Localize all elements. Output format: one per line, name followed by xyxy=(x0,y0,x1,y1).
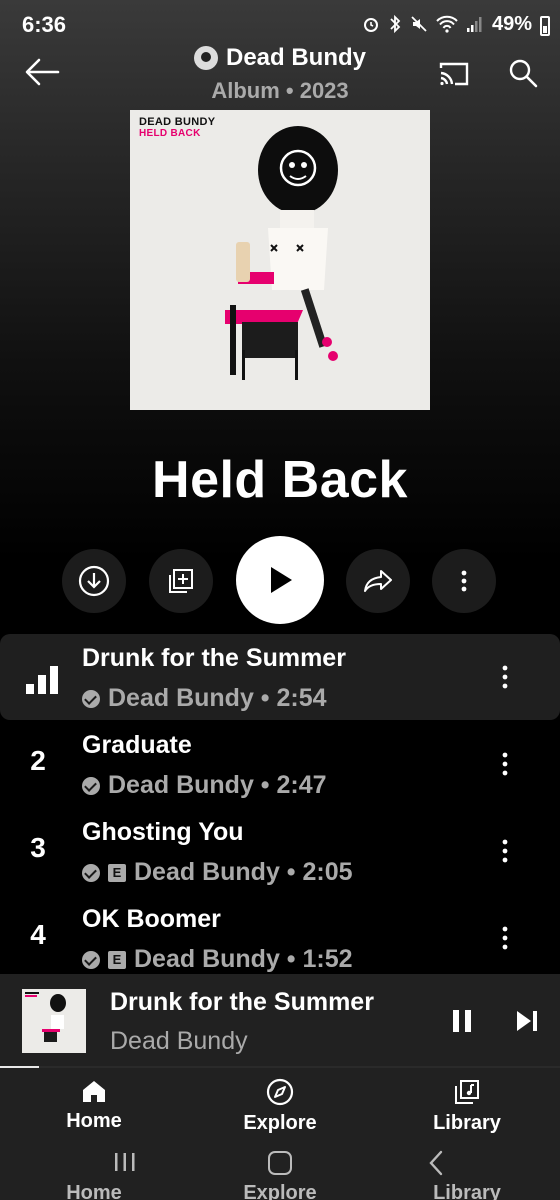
track-meta: Dead Bundy • 2:47 xyxy=(82,771,327,800)
play-button[interactable] xyxy=(236,536,324,624)
wifi-icon xyxy=(436,15,458,33)
track-meta-text: Dead Bundy • 1:52 xyxy=(134,945,353,973)
header-artist-name: Dead Bundy xyxy=(225,44,366,71)
nav-explore[interactable]: Explore xyxy=(200,1078,360,1135)
header-artist[interactable]: Dead Bundy xyxy=(0,44,560,72)
album-more-button[interactable] xyxy=(432,549,496,613)
signal-icon xyxy=(467,17,482,32)
track-number: 4 xyxy=(30,919,46,950)
explicit-icon: E xyxy=(108,863,126,882)
track-title: OK Boomer xyxy=(82,905,221,933)
mini-player-title: Drunk for the Summer xyxy=(110,988,374,1016)
system-home-icon[interactable] xyxy=(268,1151,292,1175)
ghost-library-label: Library xyxy=(433,1182,501,1200)
bluetooth-icon xyxy=(390,14,401,34)
nav-home[interactable]: Home xyxy=(14,1078,174,1133)
download-icon xyxy=(78,565,110,597)
track-meta-text: Dead Bundy • 2:47 xyxy=(108,771,327,799)
verified-check-icon xyxy=(82,950,100,969)
verified-check-icon xyxy=(82,863,100,882)
nav-explore-label: Explore xyxy=(243,1112,317,1134)
compass-icon xyxy=(266,1078,294,1106)
explicit-icon: E xyxy=(108,950,126,969)
pause-icon[interactable] xyxy=(450,1008,474,1034)
bottom-navigation: Home Explore Library xyxy=(0,1068,560,1142)
track-meta: E Dead Bundy • 1:52 xyxy=(82,945,353,974)
search-icon[interactable] xyxy=(508,58,538,88)
battery-icon xyxy=(540,16,550,36)
library-icon xyxy=(455,1080,479,1104)
status-time: 6:36 xyxy=(22,12,67,37)
more-vert-icon[interactable] xyxy=(490,836,520,866)
cover-art xyxy=(225,126,338,380)
track-title: Drunk for the Summer xyxy=(82,644,346,672)
add-to-library-icon xyxy=(169,569,193,593)
track-row[interactable]: Drunk for the Summer Dead Bundy • 2:54 xyxy=(0,634,560,720)
battery-percent: 49% xyxy=(491,13,532,35)
track-row[interactable]: 3 Ghosting You E Dead Bundy • 2:05 xyxy=(0,808,560,894)
track-title: Graduate xyxy=(82,731,192,759)
play-icon xyxy=(271,567,292,593)
mute-icon xyxy=(411,16,427,32)
nav-library-label: Library xyxy=(433,1112,501,1134)
header-subtitle: Album • 2023 xyxy=(211,78,349,103)
ghost-explore-label: Explore xyxy=(243,1182,317,1200)
share-icon xyxy=(364,570,392,592)
download-button[interactable] xyxy=(62,549,126,613)
track-meta: Dead Bundy • 2:54 xyxy=(82,684,327,713)
more-vert-icon[interactable] xyxy=(490,749,520,779)
system-navigation-bar: Home Explore Library xyxy=(0,1142,560,1200)
more-vert-icon[interactable] xyxy=(490,923,520,953)
track-meta: E Dead Bundy • 2:05 xyxy=(82,858,353,887)
add-to-library-button[interactable] xyxy=(149,549,213,613)
mini-player[interactable]: Drunk for the Summer Dead Bundy xyxy=(0,974,560,1068)
mini-player-artist: Dead Bundy xyxy=(110,1027,248,1055)
share-button[interactable] xyxy=(346,549,410,613)
verified-check-icon xyxy=(82,776,100,795)
track-title: Ghosting You xyxy=(82,818,244,846)
equalizer-bars-icon xyxy=(26,666,58,694)
status-icons xyxy=(362,14,482,34)
ghost-home-label: Home xyxy=(66,1182,122,1200)
track-meta-text: Dead Bundy • 2:05 xyxy=(134,858,353,886)
album-cover: DEAD BUNDY HELD BACK xyxy=(130,110,430,410)
skip-next-icon[interactable] xyxy=(514,1008,540,1034)
artist-avatar xyxy=(193,46,218,70)
track-row[interactable]: 2 Graduate Dead Bundy • 2:47 xyxy=(0,721,560,807)
track-meta-text: Dead Bundy • 2:54 xyxy=(108,684,327,712)
more-vert-icon[interactable] xyxy=(490,662,520,692)
track-row[interactable]: 4 OK Boomer E Dead Bundy • 1:52 xyxy=(0,895,560,981)
track-number: 2 xyxy=(30,745,46,776)
status-bar: 6:36 49% xyxy=(0,0,560,50)
verified-check-icon xyxy=(82,689,100,708)
recent-apps-icon[interactable] xyxy=(112,1152,138,1172)
alarm-icon xyxy=(364,18,378,32)
system-back-icon[interactable] xyxy=(428,1150,444,1176)
mini-player-thumbnail xyxy=(22,989,86,1053)
home-icon xyxy=(83,1081,105,1102)
nav-library[interactable]: Library xyxy=(387,1078,547,1135)
album-title: Held Back xyxy=(152,451,408,509)
track-number: 3 xyxy=(30,832,46,863)
nav-home-label: Home xyxy=(66,1110,122,1132)
more-vert-icon xyxy=(461,570,467,592)
cast-icon[interactable] xyxy=(438,60,470,88)
